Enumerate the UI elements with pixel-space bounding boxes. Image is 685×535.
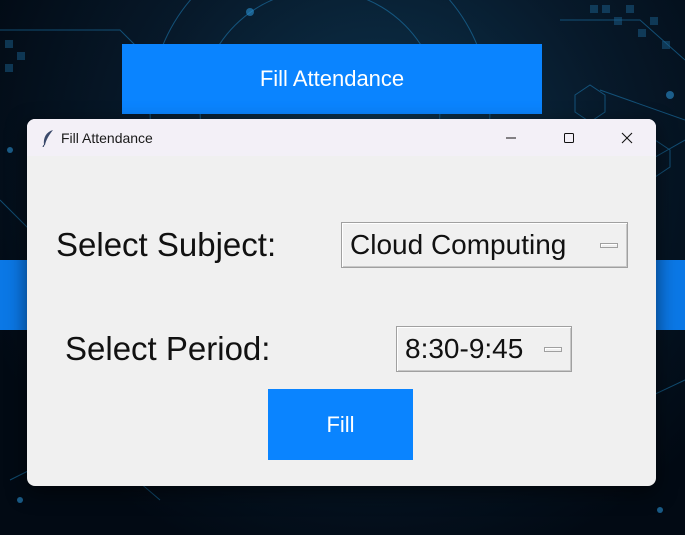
fill-attendance-dialog: Fill Attendance Select Subject: Cloud Co…: [27, 119, 656, 486]
close-icon: [621, 132, 633, 143]
select-period-label: Select Period:: [65, 330, 271, 367]
fill-attendance-main-button[interactable]: Fill Attendance: [122, 44, 542, 114]
dropdown-indicator-icon: [544, 346, 562, 352]
feather-icon: [38, 128, 58, 148]
window-titlebar: Fill Attendance: [27, 119, 656, 156]
period-dropdown[interactable]: 8:30-9:45: [396, 326, 572, 372]
period-selected-value: 8:30-9:45: [405, 333, 524, 364]
close-button[interactable]: [598, 119, 656, 156]
window-title: Fill Attendance: [61, 129, 153, 146]
desktop-background: Fill Attendance Fill Attendance Select S…: [0, 0, 685, 535]
minimize-button[interactable]: [482, 119, 540, 156]
fill-button[interactable]: Fill: [268, 389, 413, 460]
dialog-content: Select Subject: Cloud Computing Select P…: [27, 156, 656, 486]
subject-dropdown[interactable]: Cloud Computing: [341, 222, 628, 268]
dropdown-indicator-icon: [600, 242, 618, 248]
maximize-button[interactable]: [540, 119, 598, 156]
select-subject-label: Select Subject:: [56, 226, 277, 263]
subject-selected-value: Cloud Computing: [350, 229, 567, 260]
minimize-icon: [506, 137, 516, 138]
window-controls: [482, 119, 656, 156]
maximize-icon: [564, 132, 574, 143]
